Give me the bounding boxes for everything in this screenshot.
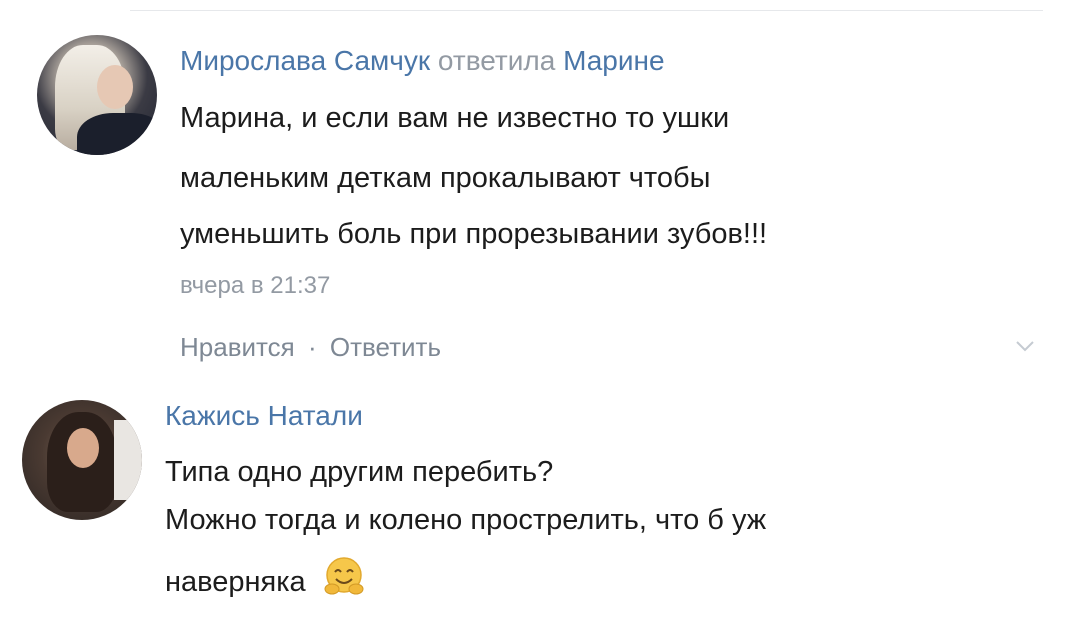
comment-actions: Нравится · Ответить (180, 332, 441, 363)
like-button[interactable]: Нравится (180, 332, 295, 362)
author-name[interactable]: Кажись Натали (165, 400, 363, 432)
comment-line: наверняка (165, 566, 306, 598)
comment-line: маленьким деткам прокалывают чтобы (180, 162, 711, 194)
timestamp[interactable]: вчера в 21:37 (180, 272, 330, 300)
top-divider (130, 10, 1043, 11)
hugging-face-emoji-icon (324, 557, 364, 595)
comment-line: уменьшить боль при прорезывании зубов!!! (180, 218, 768, 250)
reply-word: ответила (437, 45, 556, 76)
comment-line: Можно тогда и колено прострелить, что б … (165, 504, 767, 536)
reply-button[interactable]: Ответить (330, 332, 441, 362)
author-name[interactable]: Мирослава Самчук (180, 45, 430, 76)
avatar[interactable] (22, 400, 142, 520)
avatar[interactable] (37, 35, 157, 155)
chevron-down-icon[interactable] (1015, 340, 1035, 352)
comment-header: Мирослава Самчук ответила Марине (180, 45, 665, 77)
reply-to-name[interactable]: Марине (563, 45, 664, 76)
comment-line: Марина, и если вам не известно то ушки (180, 102, 730, 134)
separator: · (307, 332, 317, 362)
comment-line: Типа одно другим перебить? (165, 456, 554, 488)
comment-last-line: наверняка (165, 555, 366, 602)
